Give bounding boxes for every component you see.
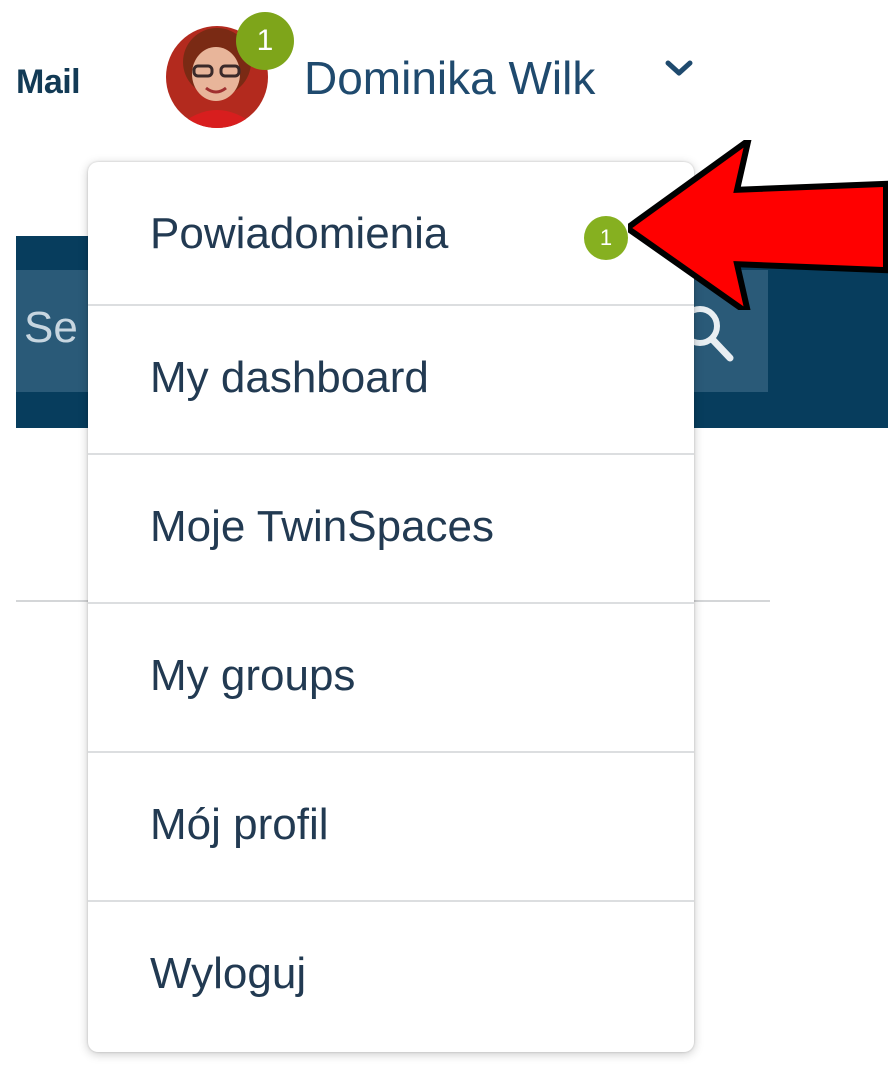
menu-item-profile[interactable]: Mój profil	[88, 751, 694, 899]
menu-item-groups[interactable]: My groups	[88, 602, 694, 750]
menu-item-label: Powiadomienia	[150, 209, 449, 258]
menu-item-notifications[interactable]: Powiadomienia 1	[88, 162, 694, 310]
menu-item-label: Wyloguj	[150, 949, 307, 998]
notification-badge: 1	[584, 216, 628, 260]
user-name[interactable]: Dominika Wilk	[304, 50, 595, 106]
chevron-down-icon[interactable]	[664, 58, 694, 78]
mail-link[interactable]: Mail	[16, 62, 81, 102]
menu-item-logout[interactable]: Wyloguj	[88, 900, 694, 1048]
notification-badge: 1	[236, 12, 294, 70]
search-placeholder: Se	[24, 303, 78, 352]
menu-item-twinspaces[interactable]: Moje TwinSpaces	[88, 453, 694, 601]
menu-item-label: Moje TwinSpaces	[150, 502, 495, 551]
menu-item-label: Mój profil	[150, 800, 329, 849]
menu-item-dashboard[interactable]: My dashboard	[88, 304, 694, 452]
red-arrow-icon	[628, 140, 888, 310]
menu-item-label: My groups	[150, 651, 356, 700]
menu-item-label: My dashboard	[150, 353, 429, 402]
user-dropdown-menu: Powiadomienia 1 My dashboard Moje TwinSp…	[88, 162, 694, 1052]
